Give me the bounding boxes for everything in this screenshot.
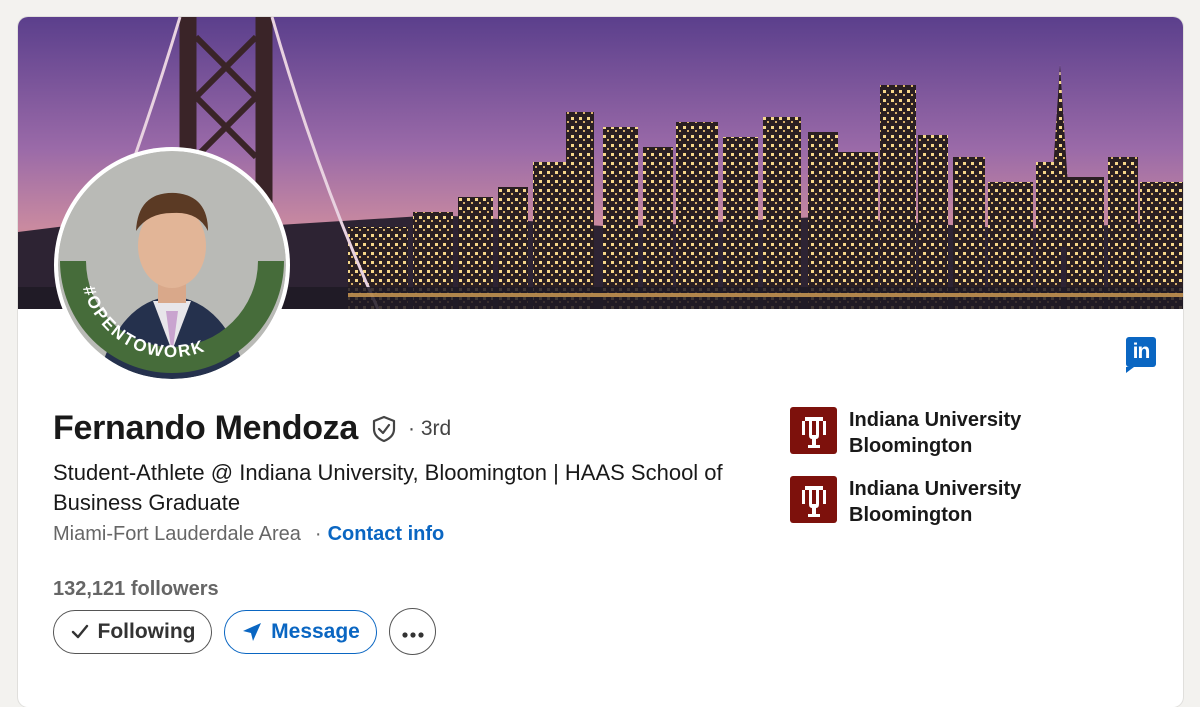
profile-actions: Following Message [53, 608, 448, 655]
location-row: Miami-Fort Lauderdale Area · Contact inf… [53, 523, 444, 546]
profile-name: Fernando Mendoza [53, 409, 358, 447]
checkmark-icon [70, 622, 90, 642]
followers-count[interactable]: 132,121 followers [53, 578, 219, 601]
linkedin-logo-icon: in [1126, 337, 1156, 373]
following-label: Following [97, 619, 196, 643]
education-name-line-2: Bloomington [849, 435, 973, 457]
ellipsis-icon [401, 620, 424, 644]
iu-logo-icon [790, 476, 837, 523]
education-name-line-1: Indiana University [849, 409, 1022, 431]
iu-logo-icon [790, 407, 837, 454]
profile-card: #OPENTOWORK in Fernando Mendoza · 3rd St… [18, 17, 1183, 707]
linkedin-logo-text: in [1132, 340, 1151, 363]
more-actions-button[interactable] [389, 608, 436, 655]
education-item[interactable]: Indiana University Bloomington [790, 476, 1049, 528]
name-row: Fernando Mendoza · 3rd [53, 409, 451, 448]
education-school-name: Indiana University Bloomington [849, 476, 1049, 528]
contact-info-link[interactable]: Contact info [328, 523, 445, 546]
message-button[interactable]: Message [224, 609, 377, 654]
separator-dot: · [314, 523, 322, 545]
verified-shield-icon[interactable] [370, 415, 398, 443]
following-button[interactable]: Following [53, 609, 212, 654]
education-item[interactable]: Indiana University Bloomington [790, 407, 1049, 459]
connection-degree: · 3rd [408, 416, 452, 440]
profile-photo: #OPENTOWORK [58, 151, 286, 379]
profile-location: Miami-Fort Lauderdale Area [53, 523, 301, 545]
education-school-name: Indiana University Bloomington [849, 407, 1049, 459]
send-icon [241, 621, 263, 643]
education-name-line-2: Bloomington [849, 504, 973, 526]
profile-headline: Student-Athlete @ Indiana University, Bl… [53, 460, 723, 515]
message-label: Message [271, 619, 360, 643]
profile-avatar[interactable]: #OPENTOWORK [54, 147, 290, 383]
education-name-line-1: Indiana University [849, 478, 1022, 500]
